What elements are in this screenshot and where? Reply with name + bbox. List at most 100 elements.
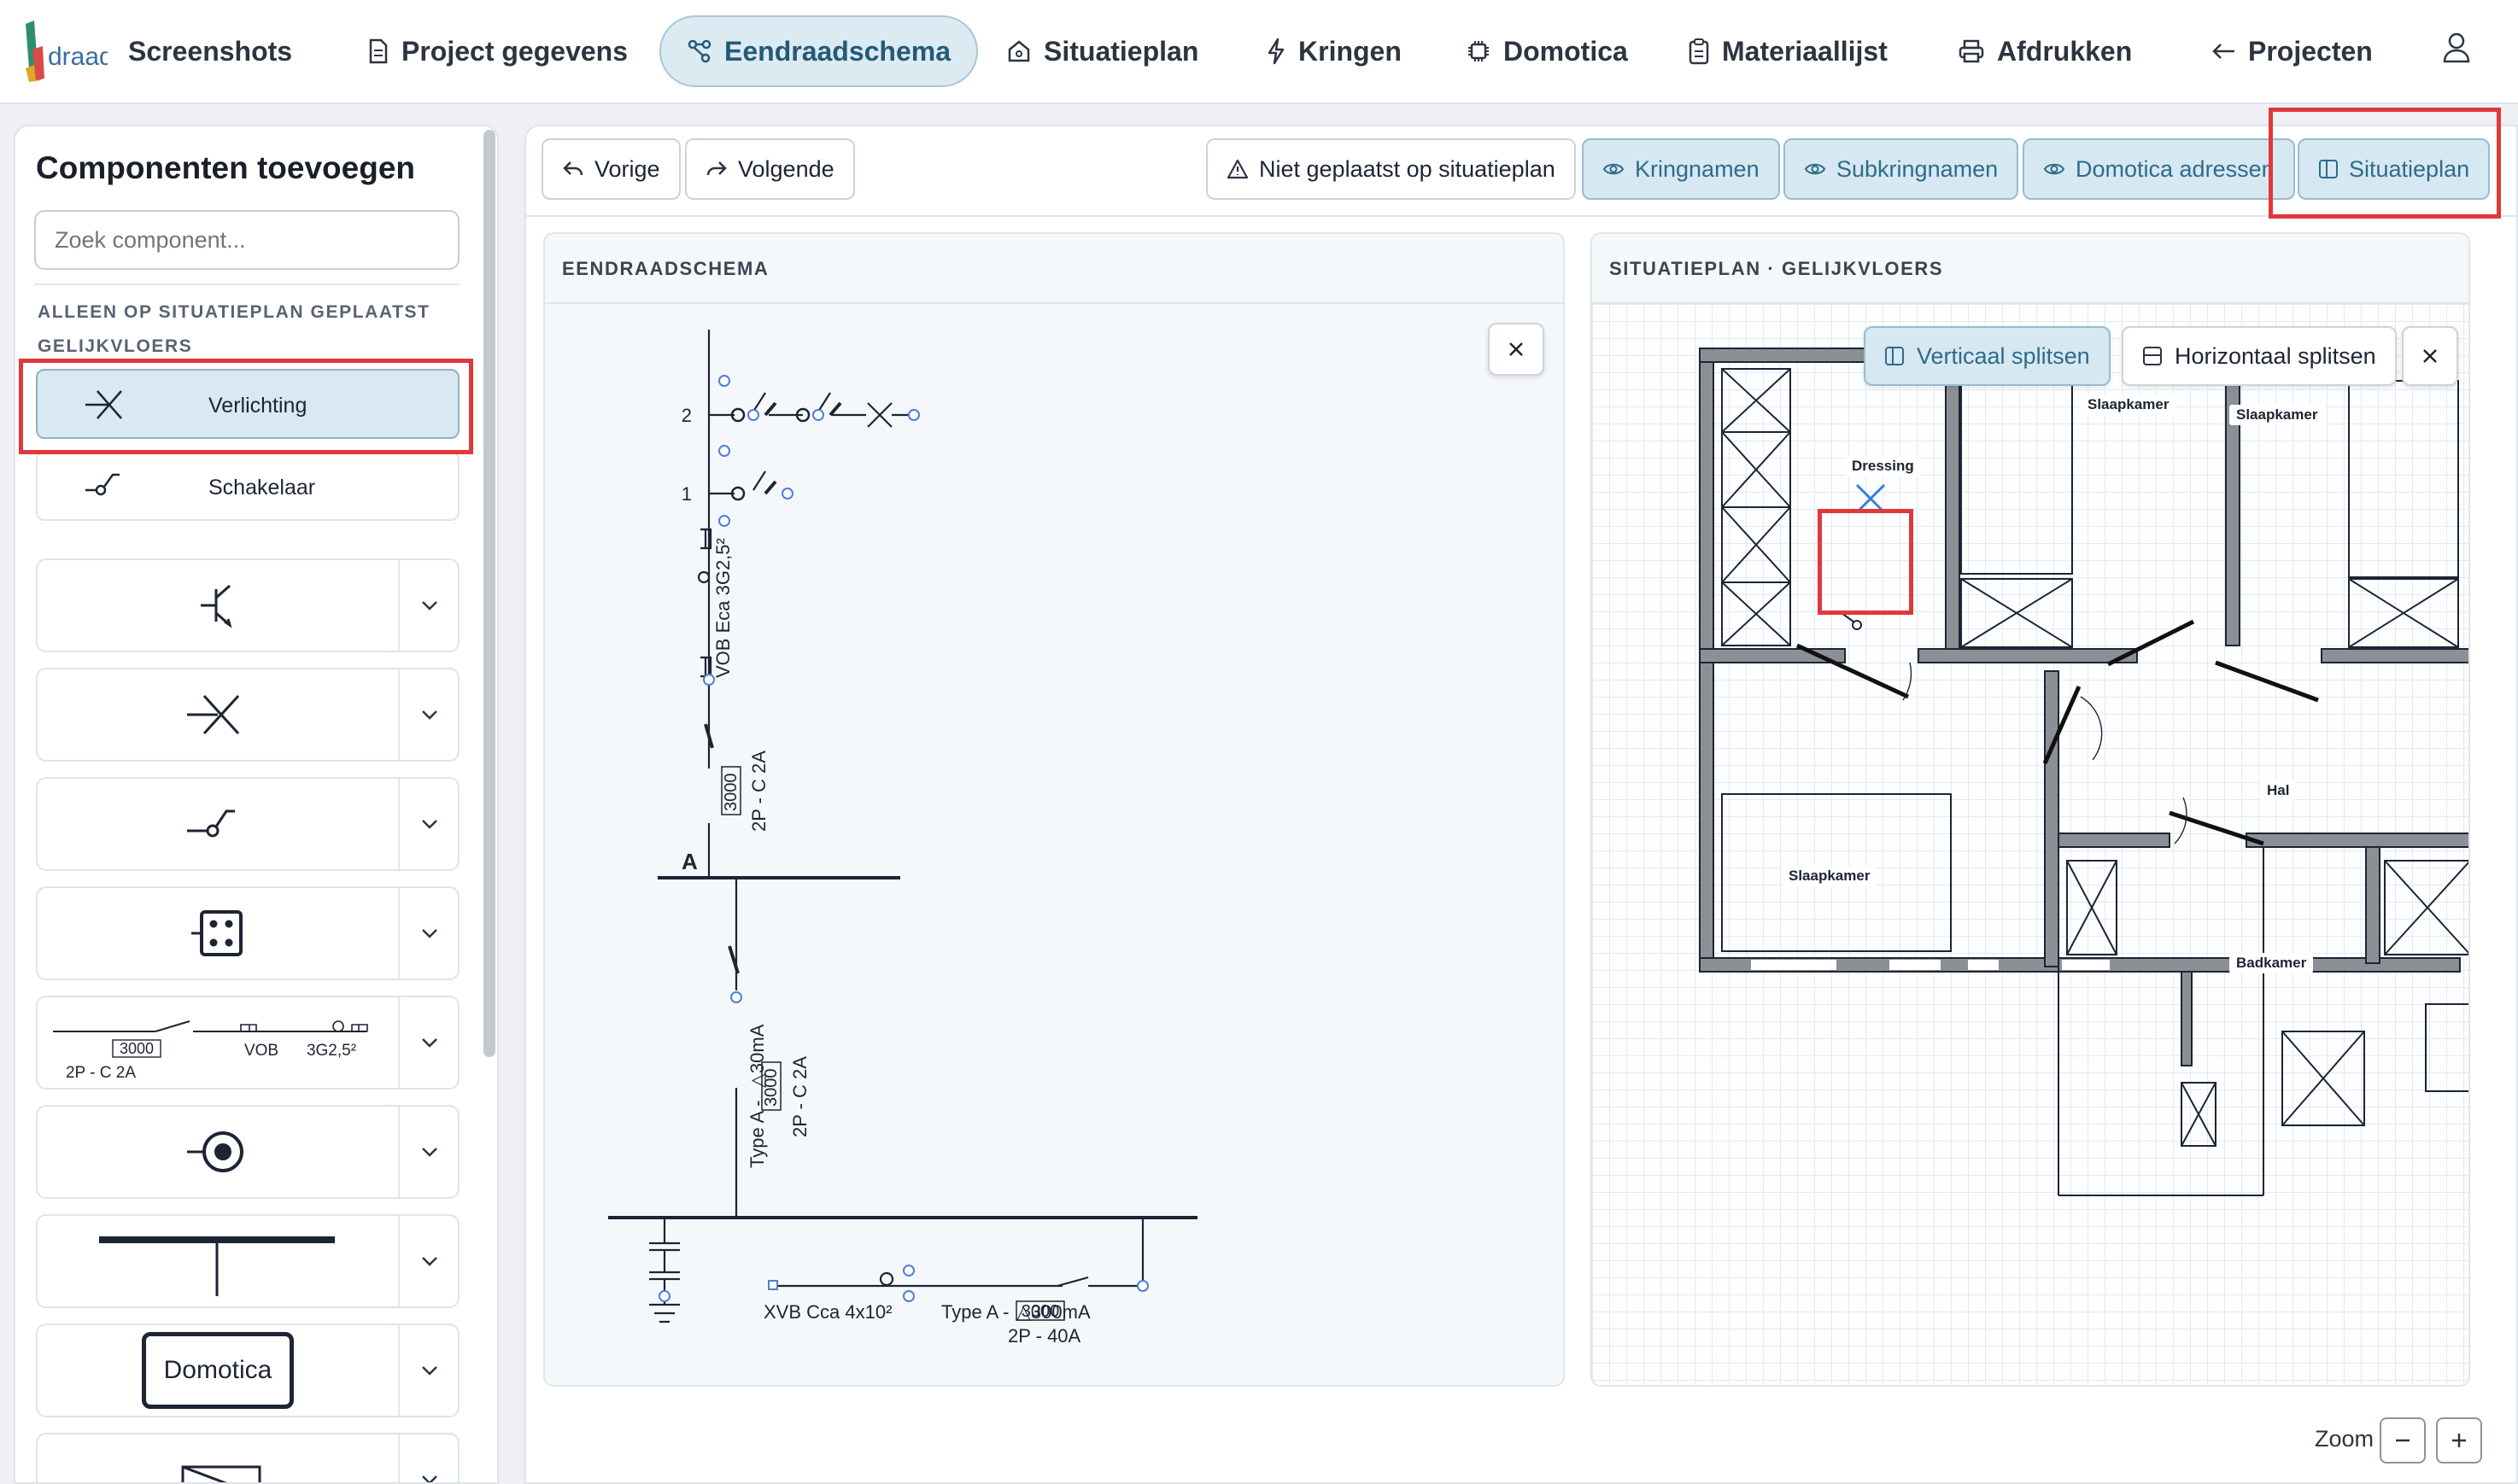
nav-eendraadschema[interactable]: Eendraadschema [659, 15, 979, 87]
split-vertical-button[interactable]: Verticaal splitsen [1864, 326, 2111, 386]
tile-rating: 3000 [120, 1040, 154, 1057]
chevron-down-icon[interactable] [398, 1107, 460, 1197]
components-sidebar: Componenten toevoegen ALLEEN OP SITUATIE… [14, 125, 499, 1484]
zoom-out-button[interactable] [2380, 1417, 2426, 1464]
room-label-slaapkamer-1: Slaapkamer [2081, 394, 2176, 415]
tile-breaker: 2P - C 2A [66, 1064, 136, 1082]
row-number-1: 1 [682, 483, 692, 505]
chevron-down-icon[interactable] [398, 560, 460, 651]
component-tile[interactable] [36, 886, 460, 980]
previous-button[interactable]: Vorige [542, 138, 681, 200]
plan-switch-icon[interactable] [1841, 612, 1862, 630]
split-horizontal-button[interactable]: Horizontaal splitsen [2122, 326, 2397, 386]
component-tile[interactable]: Domotica [36, 1323, 460, 1417]
single-line-diagram[interactable]: 2 1 VOB Eca 3G2,5² 3000 2P - C 2A A Type… [545, 234, 1565, 1387]
chevron-down-icon[interactable] [398, 997, 460, 1088]
light-fixture-icon [84, 386, 135, 424]
sidebar-title: Componenten toevoegen [36, 150, 416, 185]
chevron-down-icon[interactable] [398, 779, 460, 869]
toolbar-divider [526, 215, 2516, 217]
clipboard-icon [1689, 38, 1709, 65]
undo-arrow-icon [563, 161, 583, 176]
main-rating-label: 3000 [1022, 1302, 1060, 1321]
not-placed-button[interactable]: Niet geplaatst op situatieplan [1206, 138, 1576, 200]
room-label-slaapkamer-3: Slaapkamer [1782, 866, 1877, 886]
breaker-rating-1: 3000 [722, 774, 741, 812]
split-vertical-icon [1885, 347, 1904, 365]
split-panel-icon [2319, 160, 2338, 178]
envelope-symbol-icon [38, 1434, 398, 1482]
nav-materiaallijst[interactable]: Materiaallijst [1662, 15, 1913, 87]
target-point-icon [38, 1107, 398, 1197]
cable-label: VOB Eca 3G2,5² [712, 538, 734, 678]
placed-item-label: Schakelaar [208, 476, 316, 500]
lightning-icon [1268, 38, 1285, 65]
breaker-label-2: 2P - C 2A [789, 1056, 811, 1137]
plan-light-fixture-icon[interactable] [1852, 480, 1889, 517]
split-horizontal-icon [2143, 347, 2162, 365]
close-plan-button[interactable] [2402, 326, 2458, 386]
plus-icon [2452, 1434, 2466, 1447]
floor-plan-canvas[interactable]: Dressing Slaapkamer Slaapkamer Slaapkame… [1592, 304, 2468, 1385]
sidebar-scrollbar[interactable] [483, 130, 495, 1057]
draad-logo[interactable]: draad [22, 15, 108, 84]
socket-box-icon [38, 888, 398, 979]
schema-nodes-icon [688, 39, 711, 63]
busbar-label-a: A [682, 849, 698, 874]
nav-project-gegevens[interactable]: Project gegevens [342, 15, 653, 87]
situatieplan-pane: SITUATIEPLAN · GELIJKVLOERS Dressing Sla… [1590, 232, 2470, 1387]
placed-item-verlichting[interactable]: Verlichting [36, 369, 460, 439]
nav-domotica[interactable]: Domotica [1440, 15, 1654, 87]
breaker-label-1: 2P - C 2A [748, 751, 770, 832]
nav-projecten[interactable]: Projecten [2185, 15, 2398, 87]
toggle-kringnamen[interactable]: Kringnamen [1582, 138, 1780, 200]
placed-item-schakelaar[interactable]: Schakelaar [36, 451, 460, 521]
chevron-down-icon[interactable] [398, 1434, 460, 1482]
toggle-domotica-adressen[interactable]: Domotica adressen [2023, 138, 2295, 200]
switch-icon [84, 468, 135, 505]
room-label-slaapkamer-2: Slaapkamer [2229, 405, 2325, 425]
transistor-symbol-icon [38, 560, 398, 651]
main-workspace: Vorige Volgende Niet geplaatst op situat… [524, 125, 2518, 1484]
component-tile[interactable] [36, 1214, 460, 1308]
printer-icon [1959, 39, 1984, 63]
room-label-badkamer: Badkamer [2229, 953, 2314, 973]
room-label-hal: Hal [2260, 780, 2297, 801]
switch-symbol-icon [38, 779, 398, 869]
top-navigation: draad Screenshots Project gegevens Eendr… [0, 0, 2518, 104]
component-tile[interactable] [36, 558, 460, 652]
group-label: ALLEEN OP SITUATIEPLAN GEPLAATST [38, 302, 430, 322]
component-tile[interactable] [36, 777, 460, 871]
component-tile[interactable]: 3000 2P - C 2A VOB 3G2,5² [36, 996, 460, 1090]
chevron-down-icon[interactable] [398, 888, 460, 979]
toggle-situatieplan[interactable]: Situatieplan [2298, 138, 2491, 200]
toggle-subkringnamen[interactable]: Subkringnamen [1783, 138, 2019, 200]
redo-arrow-icon [706, 161, 727, 176]
next-button[interactable]: Volgende [685, 138, 855, 200]
minus-icon [2396, 1439, 2410, 1442]
chevron-down-icon[interactable] [398, 669, 460, 760]
nav-kringen[interactable]: Kringen [1240, 15, 1427, 87]
component-tile[interactable] [36, 668, 460, 762]
circuit-line-icon: 3000 2P - C 2A VOB 3G2,5² [38, 997, 398, 1088]
main-cable-label: XVB Cca 4x10² [764, 1301, 892, 1323]
chip-icon [1468, 41, 1489, 61]
zoom-in-button[interactable] [2436, 1417, 2482, 1464]
component-tile[interactable] [36, 1433, 460, 1482]
floor-label: GELIJKVLOERS [38, 336, 193, 356]
nav-situatieplan[interactable]: Situatieplan [981, 15, 1224, 87]
component-search-input[interactable] [34, 210, 460, 270]
busbar-icon [38, 1216, 398, 1306]
brand-text: draad [48, 43, 108, 71]
document-icon [369, 38, 388, 64]
domotica-block-label: Domotica [142, 1332, 294, 1409]
eye-icon [1804, 163, 1826, 175]
user-icon[interactable] [2441, 31, 2472, 65]
chevron-down-icon[interactable] [398, 1216, 460, 1306]
nav-afdrukken[interactable]: Afdrukken [1932, 15, 2158, 87]
nav-screenshots[interactable]: Screenshots [102, 15, 318, 87]
component-tile[interactable] [36, 1105, 460, 1199]
chevron-down-icon[interactable] [398, 1325, 460, 1416]
placed-item-label: Verlichting [208, 394, 307, 418]
tile-cable: VOB [244, 1042, 278, 1060]
